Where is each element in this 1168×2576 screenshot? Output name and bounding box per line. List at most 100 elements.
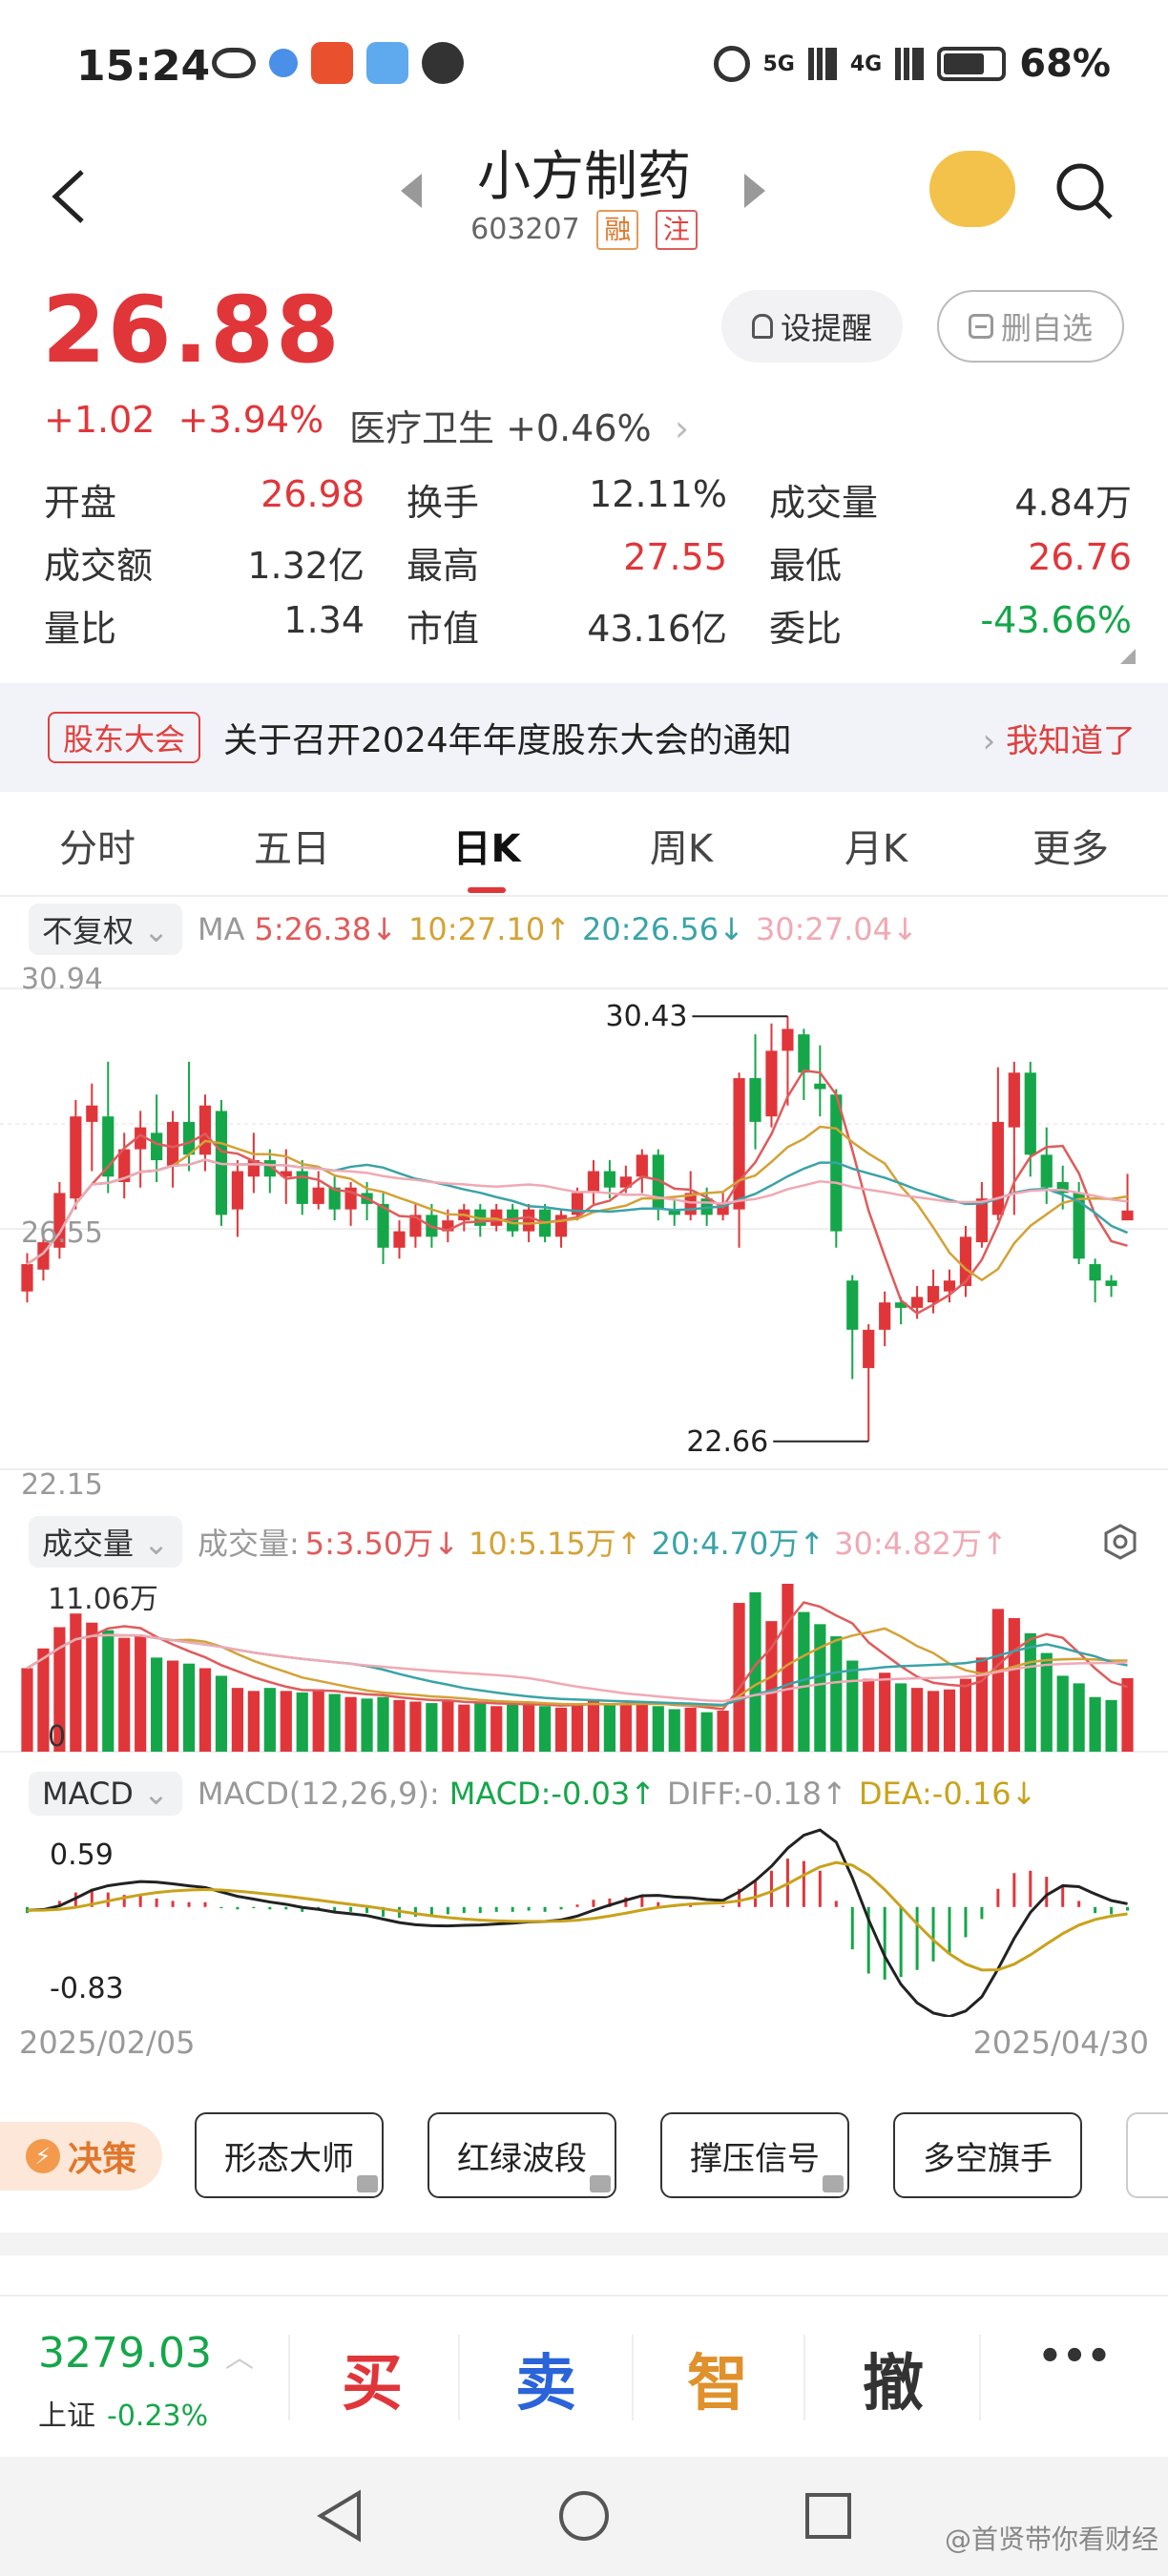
- stat-label: 最高: [407, 544, 480, 587]
- volume-chart[interactable]: 11.06万 0: [0, 1574, 1168, 1761]
- pattern-master-button[interactable]: 形态大师: [195, 2112, 384, 2198]
- app-red-icon: [311, 42, 353, 84]
- adjust-dropdown[interactable]: 不复权 ⌄: [29, 904, 182, 955]
- register-tag: 注: [655, 210, 698, 250]
- candlestick-chart[interactable]: 30.94 26.55 22.15 30.43 22.66: [0, 964, 1168, 1504]
- vol20-value: 20:4.70万↑: [651, 1526, 825, 1562]
- macd-chart[interactable]: 0.59 -0.83: [0, 1826, 1168, 2017]
- settings-icon[interactable]: [1101, 1523, 1139, 1561]
- volume-bar: [377, 1696, 389, 1752]
- signal-5g: 5G: [762, 52, 795, 76]
- volume-bar: [102, 1630, 115, 1752]
- alarm-icon: [713, 46, 750, 82]
- volume-bar: [959, 1678, 972, 1752]
- stats-row: 成交额 1.32亿 最高 27.55 最低 26.76: [44, 530, 1132, 593]
- stat-cell: 成交额 1.32亿: [44, 536, 407, 589]
- candle-body: [927, 1285, 940, 1303]
- volume-max-label: 11.06万: [48, 1583, 158, 1616]
- remove-watchlist-button[interactable]: 删自选: [937, 290, 1124, 363]
- volume-bar: [619, 1703, 632, 1752]
- tab-1[interactable]: 五日: [195, 801, 389, 897]
- volume-bar: [846, 1660, 859, 1752]
- more-button[interactable]: •••: [1017, 2335, 1132, 2379]
- quote-stats-grid: 开盘 26.98 换手 12.11% 成交量 4.84万 成交额 1.32亿 最高 27.55 最低…: [44, 467, 1132, 656]
- announcement-badge: 股东大会: [48, 712, 201, 763]
- sector-link[interactable]: 医疗卫生 +0.46% ›: [349, 399, 689, 451]
- stat-label: 最低: [769, 544, 843, 587]
- candle-body: [975, 1198, 989, 1243]
- candle-body: [910, 1297, 924, 1308]
- volume-bar: [684, 1707, 697, 1752]
- dismiss-announcement-button[interactable]: › 我知道了: [983, 715, 1136, 761]
- volume-bar: [442, 1699, 454, 1752]
- buy-button[interactable]: 买: [315, 2335, 429, 2422]
- volume-bar: [231, 1688, 244, 1752]
- ma-label: MA: [198, 911, 245, 947]
- next-stock-icon[interactable]: [744, 174, 765, 208]
- cancel-order-button[interactable]: 撤: [836, 2335, 950, 2422]
- signal-4g: 4G: [849, 52, 883, 76]
- smart-button[interactable]: 智: [660, 2335, 775, 2422]
- volume-dropdown[interactable]: 成交量 ⌄: [29, 1516, 182, 1568]
- vol10-value: 10:5.15万↑: [469, 1526, 642, 1562]
- stat-label: 开盘: [44, 481, 117, 524]
- stat-cell: 委比 -43.66%: [769, 599, 1132, 652]
- tab-0[interactable]: 分时: [0, 801, 195, 897]
- ma5-value: 5:26.38↓: [254, 911, 398, 947]
- nav-back-icon[interactable]: [311, 2487, 368, 2545]
- volume-bar: [409, 1701, 422, 1752]
- expand-corner-icon[interactable]: [1120, 649, 1136, 664]
- change-percent: +3.94%: [177, 399, 324, 441]
- bull-bear-button[interactable]: 多空旗手: [893, 2112, 1082, 2198]
- macd-dropdown-label: MACD: [42, 1776, 134, 1812]
- y-mid-label: 26.55: [21, 1216, 103, 1250]
- volume-bar: [523, 1703, 535, 1752]
- nav-recents-icon[interactable]: [800, 2487, 857, 2545]
- macd-dropdown[interactable]: MACD ⌄: [29, 1772, 182, 1816]
- announcement-bar[interactable]: 股东大会 关于召开2024年年度股东大会的通知 › 我知道了: [0, 683, 1168, 792]
- volume-bar: [717, 1711, 729, 1752]
- volume-label: 成交量:: [198, 1526, 300, 1562]
- y-min-label: 22.15: [21, 1468, 103, 1502]
- support-resistance-button[interactable]: 撑压信号: [660, 2112, 849, 2198]
- candle-body: [1121, 1210, 1134, 1221]
- volume-bar: [118, 1637, 131, 1752]
- volume-bar: [490, 1706, 503, 1752]
- volume-bar: [247, 1691, 260, 1752]
- mascot-avatar[interactable]: [929, 151, 1015, 227]
- tab-2[interactable]: 日K: [389, 801, 584, 897]
- tab-4[interactable]: 月K: [779, 801, 973, 897]
- search-icon[interactable]: [1053, 160, 1115, 221]
- lock-icon: [357, 2175, 378, 2192]
- vol5-value: 5:3.50万↓: [304, 1526, 460, 1562]
- volume-bar: [554, 1707, 568, 1752]
- volume-bar: [1008, 1617, 1020, 1752]
- bell-icon: [751, 314, 773, 339]
- dea-value: DEA:-0.16↓: [858, 1776, 1037, 1812]
- section-gap: [0, 2233, 1168, 2255]
- decision-tab[interactable]: ⚡ 决策: [0, 2122, 162, 2191]
- nav-home-icon[interactable]: [555, 2487, 613, 2545]
- macd-bottom-label: -0.83: [50, 1972, 124, 2005]
- candle-body: [765, 1050, 778, 1117]
- tab-5[interactable]: 更多: [973, 801, 1168, 897]
- volume-bar: [474, 1703, 487, 1752]
- candle-body: [231, 1171, 244, 1210]
- volume-bar: [182, 1663, 196, 1752]
- more-strategy-button[interactable]: [1126, 2112, 1168, 2198]
- sell-button[interactable]: 卖: [489, 2335, 603, 2422]
- divider: [632, 2335, 634, 2420]
- red-green-band-button[interactable]: 红绿波段: [428, 2112, 616, 2198]
- set-reminder-button[interactable]: 设提醒: [721, 290, 903, 363]
- volume-bar: [587, 1699, 600, 1752]
- volume-bar: [1024, 1632, 1036, 1752]
- stat-cell: 换手 12.11%: [407, 473, 769, 526]
- candle-body: [814, 1083, 826, 1090]
- status-right: 5G 4G 68%: [713, 42, 1111, 86]
- lock-icon: [823, 2175, 844, 2192]
- red-green-band-label: 红绿波段: [457, 2139, 587, 2178]
- support-resistance-label: 撑压信号: [690, 2139, 820, 2178]
- candle-body: [587, 1171, 600, 1194]
- index-value[interactable]: 3279.03 ︿: [38, 2329, 254, 2378]
- tab-3[interactable]: 周K: [584, 801, 779, 897]
